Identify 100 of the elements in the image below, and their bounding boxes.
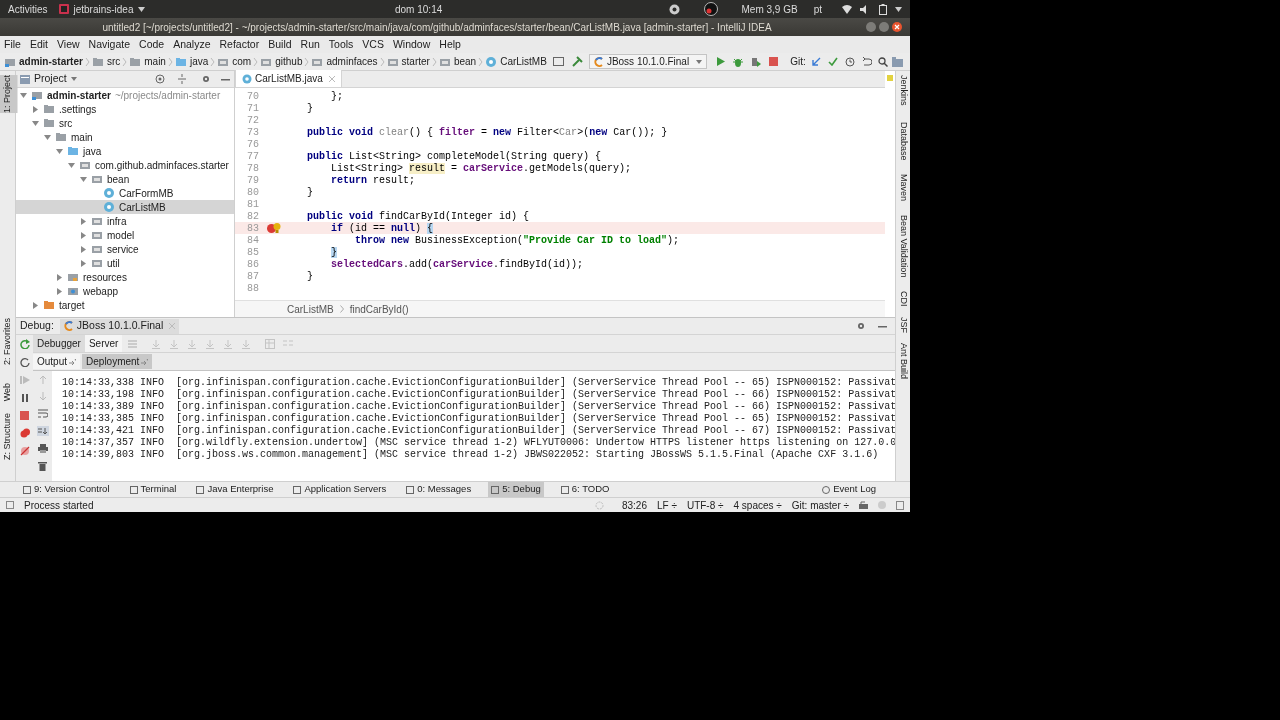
tree-item[interactable]: model — [16, 228, 234, 242]
tree-item-label: CarFormMB — [119, 186, 174, 201]
tool-window-tab[interactable]: Terminal — [126, 482, 180, 497]
tree-item[interactable]: target — [16, 298, 234, 312]
tool-window-tab[interactable]: Jenkins — [896, 75, 910, 106]
tree-item[interactable]: infra — [16, 214, 234, 228]
breadcrumb-link[interactable]: adminfaces — [326, 54, 378, 69]
tree-item[interactable]: resources — [16, 270, 234, 284]
tool-window-tab[interactable]: Maven — [896, 174, 910, 202]
breadcrumb-link[interactable]: com — [232, 54, 252, 69]
tool-window-tab[interactable]: Java Enterprise — [193, 482, 277, 497]
breadcrumb-link[interactable]: CarListMB — [500, 54, 547, 69]
menu-item[interactable]: Edit — [29, 36, 48, 53]
editor-tab[interactable]: CarListMB.java — [235, 70, 342, 87]
tool-window-tab[interactable]: 1: Project — [0, 75, 18, 114]
git-branch-selector[interactable]: Git: master ÷ — [791, 497, 849, 512]
breadcrumb-link[interactable]: admin-starter — [19, 54, 83, 69]
tree-item[interactable]: com.github.adminfaces.starter — [16, 158, 234, 172]
tree-item[interactable]: webapp — [16, 284, 234, 298]
breadcrumb-link[interactable]: java — [189, 54, 209, 69]
tree-item-label: .settings — [59, 102, 97, 117]
output-tab[interactable]: Deployment — [82, 354, 153, 369]
output-tab[interactable]: Output — [33, 354, 81, 369]
encoding-selector[interactable]: UTF-8 ÷ — [686, 497, 724, 512]
code-line: return result; — [330, 173, 416, 188]
menu-item[interactable]: Run — [300, 36, 320, 53]
menu-item[interactable]: Code — [139, 36, 165, 53]
line-separator-selector[interactable]: LF ÷ — [657, 497, 677, 512]
language-menu[interactable]: pt — [813, 1, 822, 17]
menu-item[interactable]: Navigate — [88, 36, 131, 53]
tool-window-tab[interactable]: 0: Messages — [403, 482, 475, 497]
code-line: throw new BusinessException("Provide Car ID to load"); — [354, 233, 680, 248]
line-number: 87 — [246, 269, 259, 284]
tree-item[interactable]: admin-starter ~/projects/admin-starter — [16, 88, 234, 102]
tree-item[interactable]: main — [16, 130, 234, 144]
menu-item[interactable]: Analyze — [173, 36, 211, 53]
debug-tab[interactable]: Server — [84, 335, 123, 352]
line-number: 83 — [246, 221, 259, 236]
breadcrumb-link[interactable]: src — [106, 54, 121, 69]
view-selector[interactable]: Project — [34, 71, 77, 87]
tool-window-tab[interactable]: Bean Validation — [896, 215, 910, 278]
menu-item[interactable]: Help — [439, 36, 461, 53]
tool-window-tab[interactable]: Ant Build — [896, 342, 910, 379]
tool-window-tab[interactable]: 5: Debug — [488, 482, 544, 497]
tree-item[interactable]: .settings — [16, 102, 234, 116]
code-line: selectedCars.add(carService.findById(id)); — [330, 257, 584, 272]
tool-window-tab[interactable]: 6: TODO — [557, 482, 613, 497]
run-configuration-dropdown[interactable]: JBoss 10.1.0.Final — [588, 54, 708, 69]
status-message: Process started — [24, 498, 94, 512]
line-number: 73 — [246, 125, 259, 140]
tree-item[interactable]: src — [16, 116, 234, 130]
tree-item[interactable]: CarFormMB — [16, 186, 234, 200]
line-number: 72 — [246, 113, 259, 128]
menu-item[interactable]: Window — [392, 36, 431, 53]
breadcrumb-link[interactable]: github — [275, 54, 303, 69]
tree-item[interactable]: bean — [16, 172, 234, 186]
tool-window-tab[interactable]: Application Servers — [290, 482, 390, 497]
line-number: 82 — [246, 209, 259, 224]
clock[interactable]: dom 10:14 — [395, 1, 443, 17]
menu-item[interactable]: Tools — [328, 36, 354, 53]
event-log-button[interactable]: Event Log — [822, 482, 876, 497]
debug-tab[interactable]: Debugger — [33, 335, 85, 352]
debug-session-tab[interactable]: JBoss 10.1.0.Final — [59, 318, 180, 334]
breadcrumb-link[interactable]: main — [144, 54, 166, 69]
window-title: untitled2 [~/projects/untitled2] - ~/projects/admin-starter/src/main/java/com/github/adminfaces/starter/bean/CarListMB.java [admin-starter] - IntelliJ IDEA — [101, 20, 773, 35]
tree-item[interactable]: CarListMB — [16, 200, 234, 214]
breadcrumb-link[interactable]: CarListMB — [287, 301, 334, 317]
tree-item-label: bean — [107, 172, 130, 187]
menu-item[interactable]: VCS — [362, 36, 384, 53]
breadcrumb-link[interactable]: bean — [453, 54, 477, 69]
tool-window-tab[interactable]: Z: Structure — [0, 413, 18, 461]
memory-indicator: Mem 3,9 GB — [741, 2, 798, 17]
menu-item[interactable]: Build — [268, 36, 292, 53]
tree-item[interactable]: java — [16, 144, 234, 158]
line-number: 86 — [246, 257, 259, 272]
tree-item-label: resources — [83, 270, 127, 285]
line-number: 81 — [246, 197, 259, 212]
breadcrumb-link[interactable]: starter — [401, 54, 430, 69]
tree-item-label: com.github.adminfaces.starter — [95, 158, 229, 173]
line-number: 84 — [246, 233, 259, 248]
tool-window-tab[interactable]: 9: Version Control — [20, 482, 113, 497]
tree-item[interactable]: util — [16, 256, 234, 270]
tool-window-tab[interactable]: Web — [0, 383, 18, 402]
panel-title: Debug: — [20, 318, 54, 334]
tool-window-tab[interactable]: JSF — [896, 316, 910, 333]
tool-window-tab[interactable]: 2: Favorites — [0, 318, 18, 366]
line-number: 88 — [246, 281, 259, 296]
tool-window-tab[interactable]: CDI — [896, 291, 910, 307]
menu-item[interactable]: File — [4, 36, 21, 53]
activities-button[interactable]: Activities — [8, 1, 48, 17]
tool-window-tab[interactable]: Database — [896, 121, 910, 161]
app-menu[interactable]: jetbrains-idea — [73, 1, 134, 17]
indent-selector[interactable]: 4 spaces ÷ — [733, 497, 782, 512]
console-line: 10:14:33,421 INFO [org.infinispan.configuration.cache.EvictionConfigurationBuilder] (ServerService Thread Pool -- 67) ISPN000152: Passivat — [62, 425, 895, 437]
menu-item[interactable]: View — [57, 36, 80, 53]
tree-item-label: main — [71, 130, 93, 145]
caret-position[interactable]: 83:26 — [621, 497, 647, 512]
breadcrumb-link[interactable]: findCarById() — [349, 301, 409, 317]
tree-item[interactable]: service — [16, 242, 234, 256]
menu-item[interactable]: Refactor — [219, 36, 260, 53]
